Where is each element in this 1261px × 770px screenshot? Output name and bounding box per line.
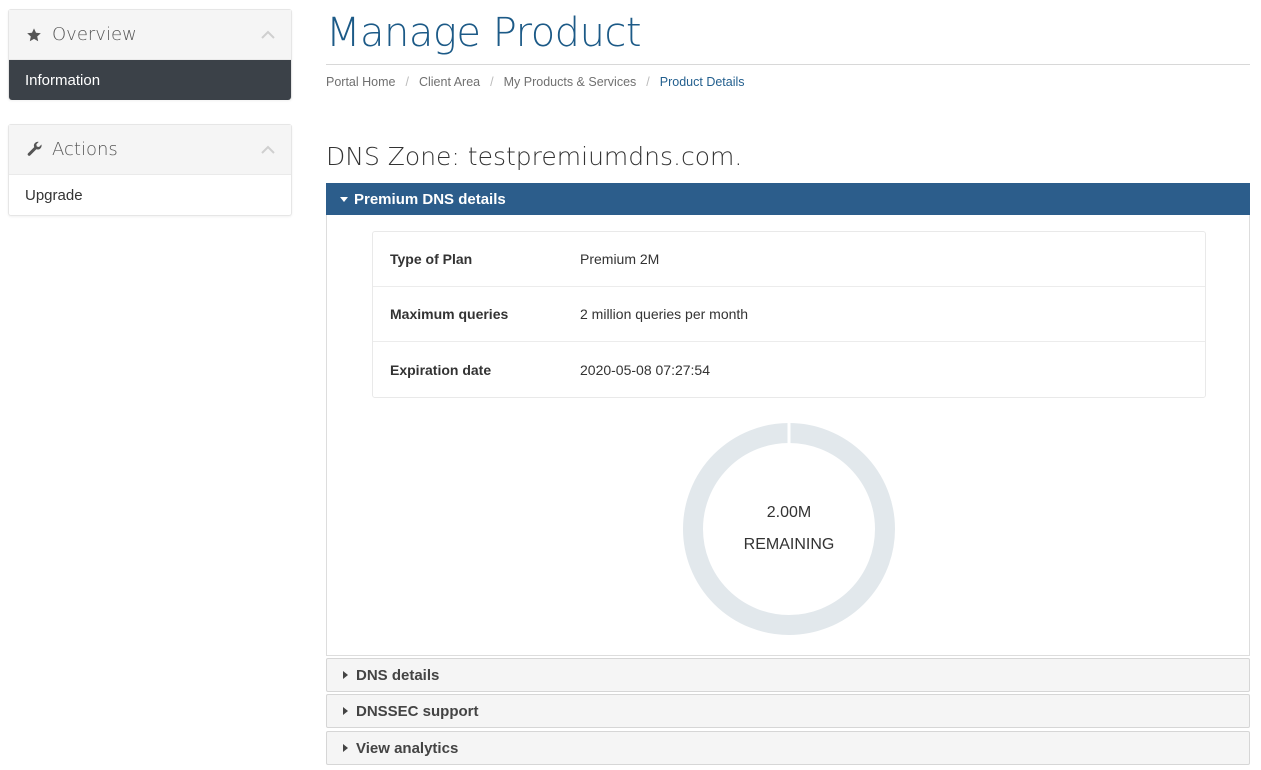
usage-donut: 2.00M REMAINING: [683, 423, 895, 635]
usage-label: 2.00M REMAINING: [683, 423, 895, 635]
star-icon: [25, 26, 43, 44]
row-label: Expiration date: [390, 361, 492, 378]
details-table: Type of Plan Premium 2M Maximum queries …: [372, 231, 1206, 398]
chevron-up-icon[interactable]: [261, 27, 275, 45]
actions-panel: Actions Upgrade: [8, 124, 292, 216]
dns-details-title: DNS details: [356, 666, 440, 684]
premium-dns-panel: Premium DNS details Type of Plan Premium…: [326, 183, 1250, 656]
view-analytics-panel-header[interactable]: View analytics: [326, 731, 1250, 765]
sidebar-item-information[interactable]: Information: [9, 60, 291, 100]
overview-panel-header[interactable]: Overview: [9, 10, 291, 60]
view-analytics-title: View analytics: [356, 739, 459, 757]
title-divider: [326, 64, 1250, 65]
dnssec-support-panel-header[interactable]: DNSSEC support: [326, 694, 1250, 728]
actions-panel-header[interactable]: Actions: [9, 125, 291, 175]
premium-dns-panel-header[interactable]: Premium DNS details: [326, 183, 1250, 215]
actions-title: Actions: [52, 139, 118, 160]
row-label: Type of Plan: [390, 251, 473, 267]
chevron-up-icon[interactable]: [261, 142, 275, 160]
row-value: 2020-05-08 07:27:54: [580, 361, 710, 378]
breadcrumb-separator: /: [490, 75, 494, 89]
zone-title: DNS Zone: testpremiumdns.com.: [326, 142, 743, 171]
caret-right-icon: [343, 744, 348, 752]
breadcrumb-client-area[interactable]: Client Area: [419, 75, 480, 89]
breadcrumb-separator: /: [405, 75, 409, 89]
premium-dns-panel-title: Premium DNS details: [354, 190, 506, 208]
sidebar-item-upgrade[interactable]: Upgrade: [9, 175, 291, 216]
dnssec-support-title: DNSSEC support: [356, 702, 479, 720]
dns-details-panel-header[interactable]: DNS details: [326, 658, 1250, 692]
table-row: Expiration date 2020-05-08 07:27:54: [373, 342, 1205, 397]
overview-panel: Overview Information: [8, 9, 292, 100]
overview-title: Overview: [52, 24, 137, 45]
breadcrumb-product-details: Product Details: [659, 75, 745, 89]
usage-caption: REMAINING: [743, 536, 835, 553]
usage-value: 2.00M: [766, 504, 812, 521]
row-label: Maximum queries: [390, 306, 509, 322]
caret-right-icon: [343, 671, 348, 679]
breadcrumb-my-products[interactable]: My Products & Services: [504, 75, 637, 89]
breadcrumb-separator: /: [646, 75, 650, 89]
row-value: Premium 2M: [580, 251, 660, 267]
table-row: Maximum queries 2 million queries per mo…: [373, 287, 1205, 342]
breadcrumb-portal-home[interactable]: Portal Home: [326, 75, 395, 89]
page-title: Manage Product: [326, 10, 642, 56]
caret-down-icon: [340, 196, 348, 202]
breadcrumb: Portal Home / Client Area / My Products …: [326, 75, 745, 89]
table-row: Type of Plan Premium 2M: [373, 232, 1205, 287]
wrench-icon: [25, 141, 43, 159]
row-value: 2 million queries per month: [580, 306, 749, 322]
caret-right-icon: [343, 707, 348, 715]
